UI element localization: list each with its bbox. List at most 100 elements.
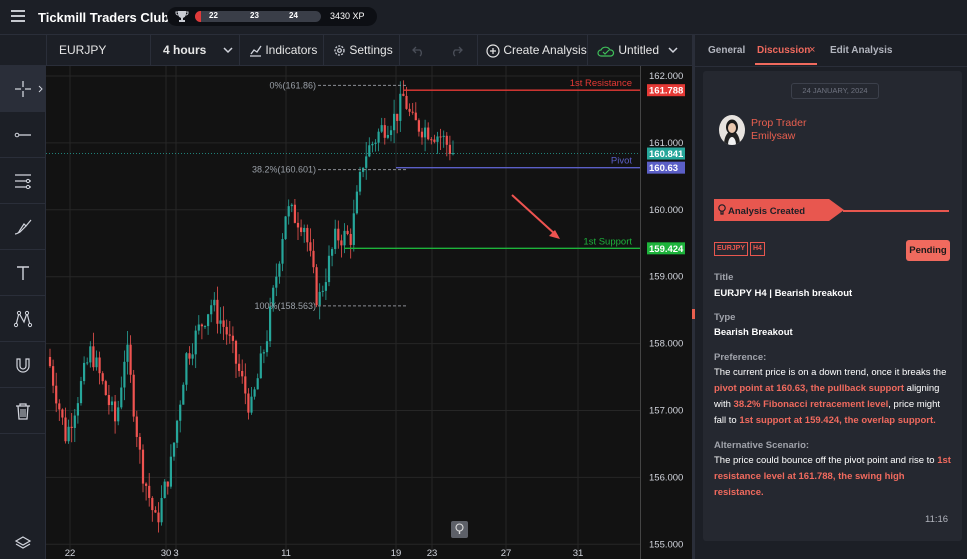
alt-scenario-text: The price could bounce off the pivot poi… — [714, 453, 954, 501]
delete-tool[interactable] — [0, 388, 45, 434]
candle-body — [126, 344, 129, 362]
tab-edit-analysis[interactable]: Edit Analysis — [830, 45, 892, 56]
analysis-panel: General Discussion × Edit Analysis 24 JA… — [695, 35, 967, 559]
interval-select[interactable]: 4 hours — [151, 35, 240, 65]
line-tool[interactable] — [0, 112, 45, 158]
lines-menu-icon — [14, 173, 31, 189]
candle-body — [439, 136, 442, 138]
crosshair-icon — [14, 80, 31, 97]
create-analysis-button[interactable]: Create Analysis — [478, 35, 588, 65]
pattern-icon — [13, 310, 32, 327]
author-name[interactable]: Emilysaw — [751, 130, 795, 142]
pattern-tool[interactable] — [0, 296, 45, 342]
candle-body — [225, 326, 228, 335]
candle-body — [238, 363, 241, 372]
candle-body — [58, 403, 61, 410]
candle-body — [228, 334, 231, 336]
close-tab-icon[interactable]: × — [809, 44, 815, 56]
fib-level-label: 100%(158.563) — [254, 301, 316, 311]
candle-body — [117, 407, 120, 422]
toolbar-spacer — [0, 35, 47, 65]
layout-select[interactable]: Untitled — [588, 35, 692, 65]
candle-body — [222, 320, 225, 327]
price-scale[interactable]: 162.000 161.000 160.000 159.000 158.000 157.0… — [640, 66, 692, 559]
settings-button[interactable]: Settings — [324, 35, 400, 65]
candle-body — [396, 113, 399, 121]
candle-body — [104, 381, 107, 396]
candle-body — [148, 485, 151, 498]
candle-body — [451, 153, 455, 155]
candle-body — [219, 320, 222, 324]
candle-body — [402, 93, 405, 96]
lines-tool[interactable] — [0, 158, 45, 204]
text-tool[interactable] — [0, 250, 45, 296]
add-circle-icon — [486, 44, 500, 58]
candle-body — [293, 204, 296, 223]
fib-level-label: 38.2%(160.601) — [252, 165, 316, 175]
level-next: 24 — [289, 11, 298, 20]
pivot-label: Pivot — [611, 156, 632, 167]
undo-button[interactable] — [400, 35, 438, 65]
candle-body — [358, 171, 362, 192]
top-bar: Tickmill Traders Club 22 23 24 3430 XP — [0, 0, 967, 35]
trophy-icon — [175, 11, 189, 22]
candle-body — [241, 371, 244, 377]
preference-highlight-3: 1st support at 159.424, the overlap supp… — [739, 415, 936, 426]
candle-body — [231, 335, 234, 341]
candle-body — [234, 340, 238, 364]
status-banner: Analysis Created — [728, 206, 806, 217]
candle-body — [300, 227, 303, 233]
candles-svg[interactable]: 1st Resistance Pivot 1st Support 0%(161.86)… — [46, 66, 640, 559]
candle-body — [163, 481, 166, 498]
candle-body — [176, 420, 179, 443]
tag-timeframe: H4 — [750, 242, 765, 256]
candle-body — [442, 135, 445, 137]
candle-body — [371, 143, 374, 146]
candle-body — [306, 227, 309, 243]
tab-discussion[interactable]: Discussion — [757, 45, 810, 56]
line-icon — [14, 132, 31, 137]
candle-body — [399, 93, 402, 121]
indicators-button[interactable]: Indicators — [240, 35, 324, 65]
preference-label: Preference: — [714, 352, 767, 363]
candle-body — [346, 230, 349, 234]
candle-body — [256, 378, 259, 390]
candle-body — [290, 204, 293, 207]
price-chart[interactable]: 1st Resistance Pivot 1st Support 0%(161.86)… — [46, 66, 640, 559]
level-current: 22 — [209, 11, 218, 20]
candle-body — [64, 417, 67, 442]
candle-body — [352, 213, 355, 245]
candle-body — [265, 341, 269, 353]
price-tick-label: 156.000 — [649, 472, 683, 483]
resistance-label: 1st Resistance — [570, 78, 632, 89]
candle-body — [213, 299, 216, 306]
candle-body — [73, 415, 76, 428]
magnet-tool[interactable] — [0, 342, 45, 388]
candle-body — [194, 330, 197, 355]
candle-body — [334, 228, 337, 250]
candle-body — [327, 255, 331, 283]
candle-body — [95, 357, 98, 368]
candle-body — [436, 136, 439, 142]
avatar-image — [719, 115, 745, 145]
candle-body — [86, 362, 89, 364]
price-tick-label: 159.000 — [649, 272, 683, 283]
post-date: 24 JANUARY, 2024 — [791, 83, 879, 99]
candle-body — [411, 111, 414, 113]
layers-icon — [14, 535, 31, 549]
candle-body — [275, 276, 278, 288]
crosshair-tool[interactable] — [0, 66, 45, 112]
post-time: 11:16 — [925, 514, 949, 525]
candle-body — [287, 206, 290, 217]
date-tick-label: 11 — [281, 548, 291, 559]
menu-icon[interactable] — [11, 10, 25, 22]
price-tick-label: 161.000 — [649, 138, 683, 149]
layers-tool[interactable] — [0, 526, 45, 559]
level-mid: 23 — [250, 11, 259, 20]
tab-general[interactable]: General — [708, 45, 745, 56]
brush-tool[interactable] — [0, 204, 45, 250]
redo-button[interactable] — [438, 35, 478, 65]
layout-name: Untitled — [618, 43, 660, 57]
candle-body — [203, 326, 207, 328]
symbol-select[interactable]: EURJPY — [47, 35, 151, 65]
